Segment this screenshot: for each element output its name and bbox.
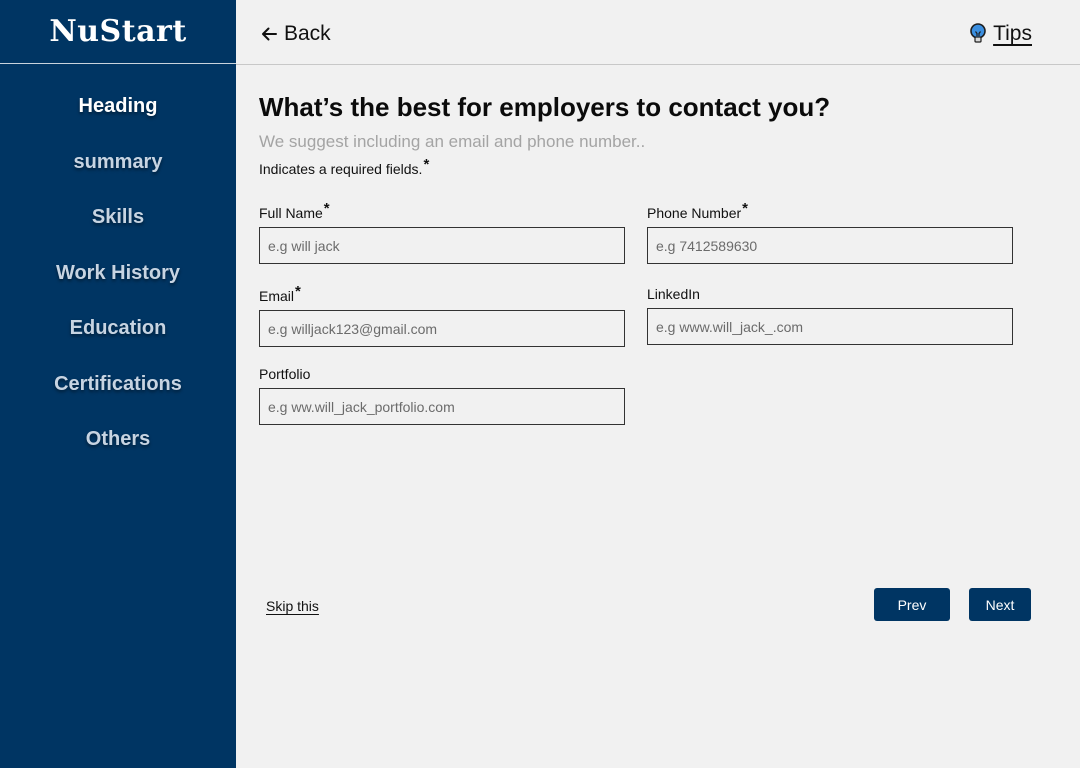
prev-button[interactable]: Prev (874, 588, 950, 621)
sidebar-item-certifications[interactable]: Certifications (0, 373, 236, 396)
sidebar: NuStart Heading summary Skills Work Hist… (0, 0, 236, 768)
back-label: Back (284, 22, 331, 45)
email-label-text: Email (259, 288, 295, 304)
required-asterisk: * (323, 200, 330, 217)
linkedin-input[interactable] (647, 308, 1013, 345)
lightbulb-icon (970, 23, 986, 43)
portfolio-input[interactable] (259, 388, 625, 425)
arrow-left-icon (262, 27, 277, 41)
brand-logo: NuStart (0, 0, 236, 64)
tips-label: Tips (993, 22, 1032, 45)
required-asterisk: * (423, 156, 430, 173)
phone-number-label-text: Phone Number (647, 205, 742, 221)
page-subtitle: We suggest including an email and phone … (259, 132, 646, 151)
required-note: Indicates a required fields.* (259, 156, 429, 178)
email-label: Email* (259, 283, 301, 305)
next-button[interactable]: Next (969, 588, 1031, 621)
email-input[interactable] (259, 310, 625, 347)
full-name-input[interactable] (259, 227, 625, 264)
back-button[interactable]: Back (260, 22, 331, 46)
linkedin-label: LinkedIn (647, 286, 700, 302)
full-name-label: Full Name* (259, 200, 330, 222)
sidebar-item-education[interactable]: Education (0, 317, 236, 340)
required-note-text: Indicates a required fields. (259, 161, 423, 177)
sidebar-item-heading[interactable]: Heading (0, 95, 236, 118)
sidebar-item-summary[interactable]: summary (0, 151, 236, 174)
tips-button[interactable]: Tips (969, 22, 1032, 46)
sidebar-item-work-history[interactable]: Work History (0, 262, 236, 285)
sidebar-item-skills[interactable]: Skills (0, 206, 236, 229)
sidebar-item-others[interactable]: Others (0, 428, 236, 451)
page-title: What’s the best for employers to contact… (259, 92, 831, 122)
portfolio-label: Portfolio (259, 366, 311, 382)
skip-link[interactable]: Skip this (266, 598, 319, 614)
full-name-label-text: Full Name (259, 205, 323, 221)
top-bar: Back Tips (236, 0, 1080, 65)
phone-number-label: Phone Number* (647, 200, 748, 222)
required-asterisk: * (742, 200, 749, 217)
phone-number-input[interactable] (647, 227, 1013, 264)
required-asterisk: * (295, 283, 301, 300)
